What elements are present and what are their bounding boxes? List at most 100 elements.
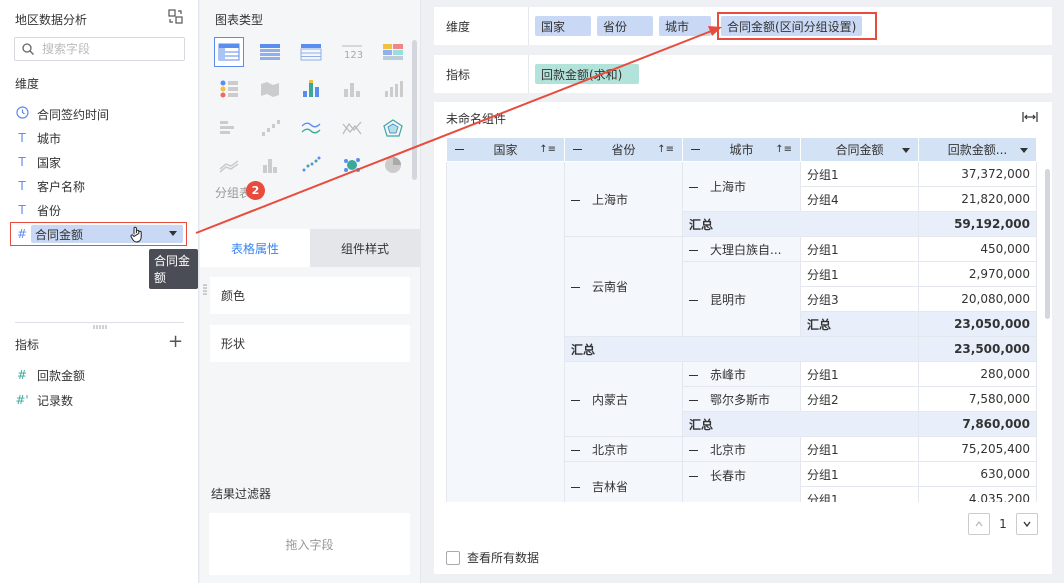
field-item-payment-amount[interactable]: # 回款金额	[15, 364, 85, 386]
field-item-contract-date[interactable]: 合同签约时间	[15, 103, 109, 125]
field-item-customer[interactable]: T 客户名称	[15, 175, 85, 197]
chevron-down-icon[interactable]	[1020, 148, 1028, 153]
sort-icon[interactable]: ↑≡	[657, 144, 674, 155]
pivot-table: 国家 ↑≡ 省份 ↑≡ 城市 ↑≡ 合同金额 回款金额... 上海市 上海市 分组1 …	[446, 137, 1037, 512]
drag-handle-icon[interactable]	[203, 284, 207, 296]
resize-handle-icon[interactable]	[93, 325, 107, 329]
chevron-down-icon[interactable]	[902, 148, 910, 153]
header-country[interactable]: 国家 ↑≡	[446, 137, 565, 162]
chart-type-stacked-bar[interactable]	[214, 113, 244, 143]
chart-type-scrollbar[interactable]	[412, 40, 417, 180]
cell-text: 内蒙古	[592, 392, 629, 407]
collapse-icon[interactable]	[689, 187, 698, 188]
city-cell[interactable]: 昆明市	[682, 261, 801, 337]
measure-chip-payment-amount[interactable]: 回款金额(求和)	[535, 64, 639, 84]
collapse-icon[interactable]	[689, 249, 698, 251]
header-city[interactable]: 城市 ↑≡	[682, 137, 801, 162]
subtotal-label: 汇总	[682, 411, 919, 437]
field-item-record-count[interactable]: #' 记录数	[15, 389, 73, 411]
dataset-title: 地区数据分析	[15, 13, 88, 27]
chart-type-cross-table[interactable]	[296, 37, 326, 67]
field-label: 城市	[37, 131, 62, 146]
chart-type-bar[interactable]	[337, 74, 367, 104]
collapse-icon[interactable]	[689, 476, 698, 477]
header-payment-amount[interactable]: 回款金额...	[918, 137, 1037, 162]
chart-type-histogram[interactable]	[255, 150, 285, 180]
collapse-icon[interactable]	[689, 449, 698, 451]
dimension-chip-country[interactable]: 国家	[535, 16, 591, 36]
search-input[interactable]	[42, 41, 180, 57]
city-cell[interactable]: 上海市	[682, 161, 801, 212]
collapse-icon[interactable]	[571, 199, 580, 201]
add-measure-icon[interactable]: +	[168, 333, 183, 351]
collapse-icon[interactable]	[571, 399, 580, 401]
page-down-button[interactable]	[1016, 513, 1038, 535]
field-label: 回款金额	[37, 368, 86, 383]
field-item-province[interactable]: T 省份	[15, 199, 61, 221]
header-province[interactable]: 省份 ↑≡	[564, 137, 683, 162]
chart-type-kpi[interactable]: 123	[337, 37, 367, 67]
view-all-data[interactable]: 查看所有数据	[446, 549, 539, 566]
expand-width-icon[interactable]	[1022, 110, 1038, 124]
field-search[interactable]	[14, 37, 185, 61]
dimension-chip-province[interactable]: 省份	[597, 16, 653, 36]
property-color[interactable]: 颜色	[210, 277, 410, 314]
chart-type-area[interactable]	[337, 113, 367, 143]
collapse-icon[interactable]	[689, 399, 698, 401]
chart-type-radar[interactable]	[378, 113, 408, 143]
dimension-chip-contract-amount[interactable]: 合同金额(区间分组设置)	[721, 16, 863, 36]
field-item-country[interactable]: T 国家	[15, 151, 61, 173]
chart-type-detail-table[interactable]	[255, 37, 285, 67]
city-cell[interactable]: 赤峰市	[682, 361, 801, 387]
tab-component-style[interactable]: 组件样式	[310, 229, 420, 267]
chart-type-group-table[interactable]	[214, 37, 244, 67]
chart-type-grouped-bar[interactable]	[378, 74, 408, 104]
field-chip[interactable]: 合同金额	[31, 225, 183, 243]
dimension-chip-contract-amount-highlight[interactable]: 合同金额(区间分组设置)	[717, 12, 877, 40]
header-contract-amount[interactable]: 合同金额	[800, 137, 919, 162]
collapse-icon[interactable]	[573, 149, 582, 150]
chart-type-colored-table[interactable]	[378, 37, 408, 67]
chart-type-bubble[interactable]	[337, 150, 367, 180]
province-cell[interactable]: 北京市	[564, 436, 683, 462]
province-cell[interactable]: 云南省	[564, 236, 683, 337]
chart-type-scatter[interactable]	[296, 150, 326, 180]
property-shape[interactable]: 形状	[210, 325, 410, 362]
chevron-down-icon[interactable]	[169, 231, 177, 236]
sort-icon[interactable]: ↑≡	[539, 144, 556, 155]
table-scrollbar[interactable]	[1045, 169, 1050, 319]
province-cell[interactable]: 内蒙古	[564, 361, 683, 437]
chart-type-multi-dot[interactable]	[214, 74, 244, 104]
chart-type-range-area[interactable]	[214, 150, 244, 180]
hash-icon: #	[16, 368, 28, 382]
page-up-button[interactable]	[968, 513, 990, 535]
switch-dataset-icon[interactable]	[168, 9, 183, 24]
collapse-icon[interactable]	[571, 287, 580, 288]
city-cell[interactable]: 鄂尔多斯市	[682, 386, 801, 412]
dimension-shelf-label: 维度	[434, 7, 529, 45]
field-item-city[interactable]: T 城市	[15, 127, 61, 149]
result-filter-dropzone[interactable]: 拖入字段	[209, 513, 410, 575]
chart-type-heat-grid[interactable]	[296, 74, 326, 104]
collapse-icon[interactable]	[691, 149, 700, 150]
province-cell[interactable]: 上海市	[564, 161, 683, 237]
value-cell: 7,580,000	[918, 386, 1037, 412]
city-cell[interactable]: 北京市	[682, 436, 801, 462]
collapse-icon[interactable]	[689, 374, 698, 376]
tab-table-properties[interactable]: 表格属性	[200, 229, 310, 267]
chart-type-pie[interactable]	[378, 150, 408, 180]
chart-type-waterfall[interactable]	[255, 113, 285, 143]
sort-icon[interactable]: ↑≡	[775, 144, 792, 155]
dimension-section-label: 维度	[15, 77, 40, 91]
chart-type-line[interactable]	[296, 113, 326, 143]
view-all-checkbox[interactable]	[446, 550, 460, 565]
cell-text: 赤峰市	[710, 367, 747, 382]
collapse-icon[interactable]	[455, 149, 464, 150]
collapse-icon[interactable]	[571, 487, 580, 488]
collapse-icon[interactable]	[689, 299, 698, 301]
field-item-contract-amount[interactable]: # 合同金额	[10, 222, 187, 246]
collapse-icon[interactable]	[571, 449, 580, 451]
chart-type-map[interactable]	[255, 74, 285, 104]
dimension-chip-city[interactable]: 城市	[659, 16, 711, 36]
city-cell[interactable]: 大理白族自...	[682, 236, 801, 262]
